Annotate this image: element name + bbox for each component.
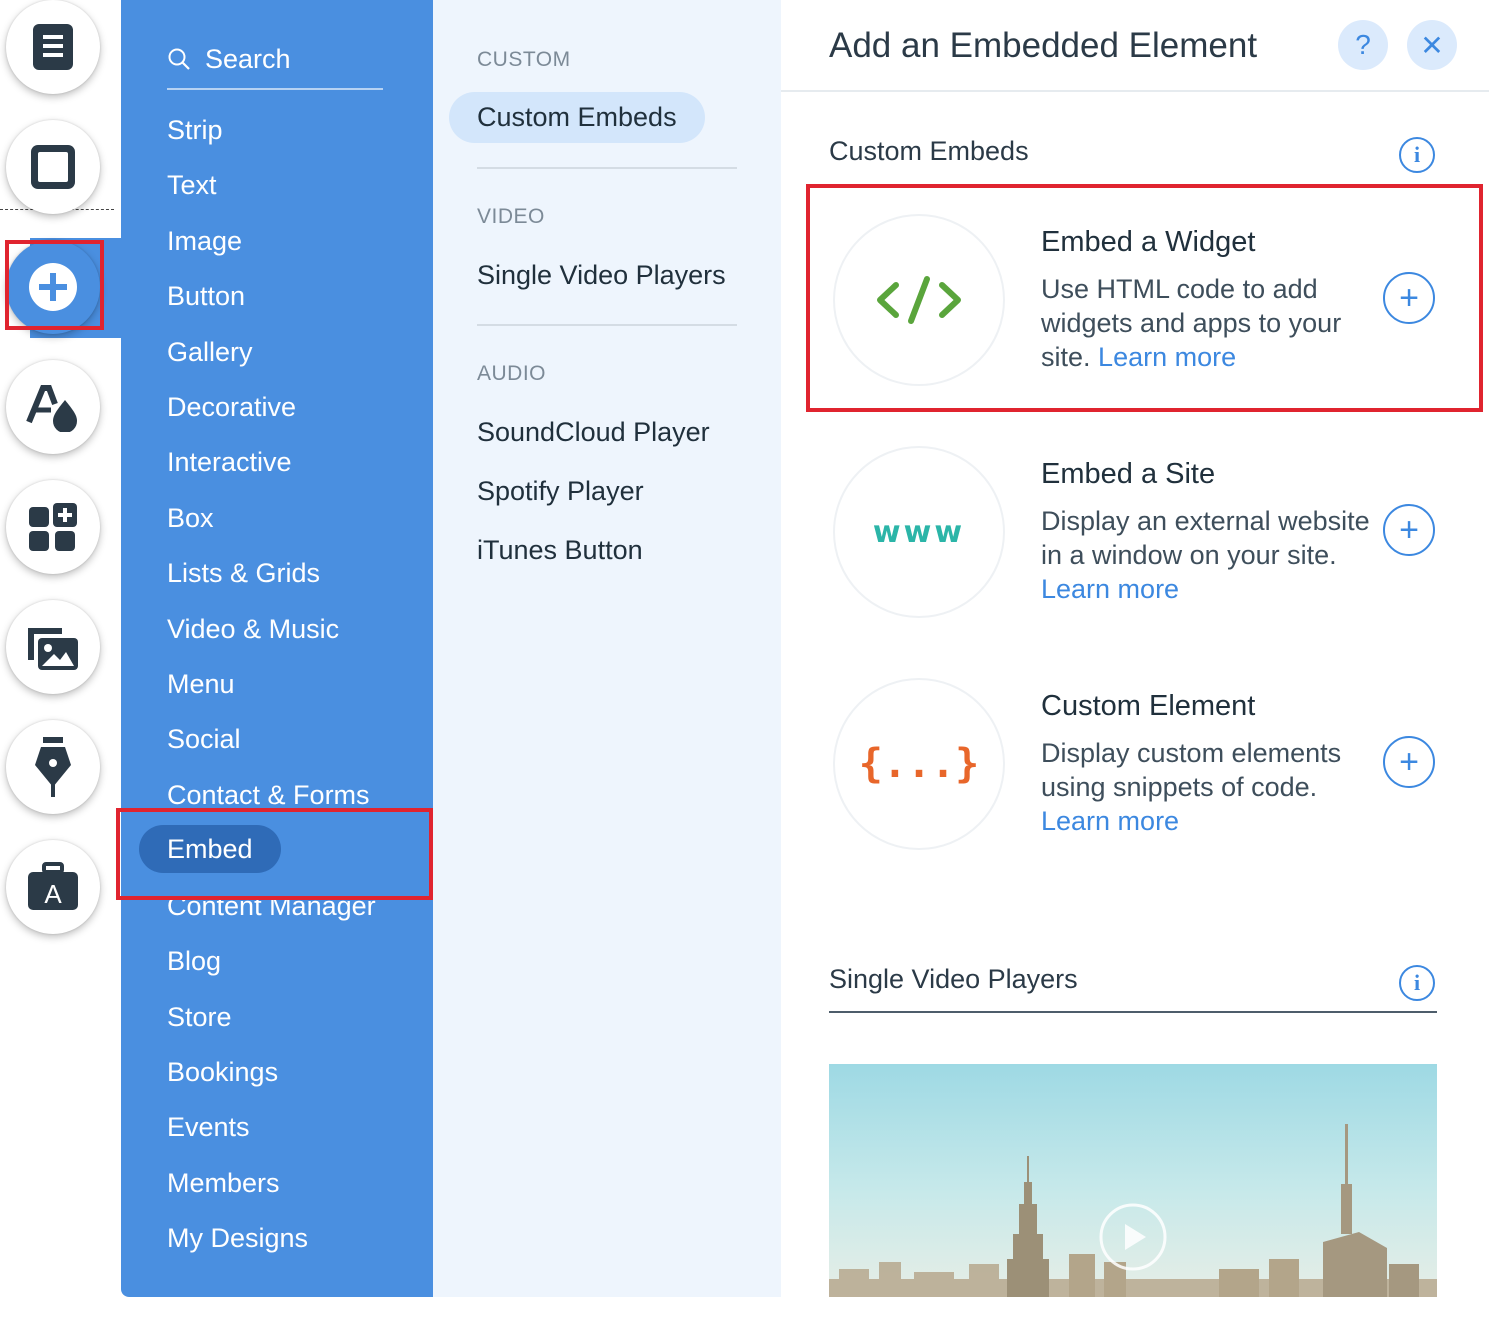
custom-element-card[interactable]: {...} Custom Element Display custom elem… (829, 678, 1439, 878)
design-button[interactable] (6, 360, 100, 454)
info-icon[interactable]: i (1399, 965, 1435, 1001)
category-contact-forms[interactable]: Contact & Forms (167, 779, 370, 811)
search-placeholder: Search (205, 43, 291, 74)
subcategory-itunes-button[interactable]: iTunes Button (477, 535, 643, 566)
panel-title: Add an Embedded Element (829, 26, 1258, 65)
embed-site-description: Display an external website in a window … (1041, 504, 1371, 606)
category-image[interactable]: Image (167, 225, 242, 257)
category-social[interactable]: Social (167, 723, 241, 755)
add-custom-element-button[interactable]: + (1383, 736, 1435, 788)
close-button[interactable]: ✕ (1407, 20, 1457, 70)
subcategory-divider (477, 324, 737, 326)
help-button[interactable]: ? (1338, 20, 1388, 70)
section-title-custom-embeds: Custom Embeds (829, 136, 1029, 166)
app-market-button[interactable]: A (6, 840, 100, 934)
highlight-add-button (5, 240, 104, 330)
category-gallery[interactable]: Gallery (167, 336, 253, 368)
highlight-embed-category (116, 808, 433, 900)
category-lists-grids[interactable]: Lists & Grids (167, 557, 320, 589)
search-input[interactable]: Search (167, 30, 383, 90)
app-market-letter: A (44, 879, 62, 909)
add-apps-icon (29, 503, 77, 551)
category-text[interactable]: Text (167, 169, 217, 201)
category-store[interactable]: Store (167, 1001, 232, 1033)
category-members[interactable]: Members (167, 1167, 280, 1199)
category-panel: Search Strip Text Image Button Gallery D… (121, 0, 433, 1297)
subcategory-heading-custom: CUSTOM (477, 48, 571, 71)
pages-button[interactable] (6, 0, 100, 94)
subcategory-single-video-players[interactable]: Single Video Players (477, 260, 726, 291)
media-icon (28, 628, 78, 670)
pages-icon (33, 24, 73, 70)
subcategory-heading-audio: AUDIO (477, 362, 547, 385)
info-icon[interactable]: i (1399, 137, 1435, 173)
learn-more-link[interactable]: Learn more (1041, 806, 1179, 836)
section-divider (829, 1011, 1437, 1013)
app-market-icon: A (28, 862, 78, 910)
design-icon (26, 385, 77, 432)
embed-site-desc-text: Display an external website in a window … (1041, 506, 1370, 570)
learn-more-link[interactable]: Learn more (1041, 574, 1179, 604)
category-box[interactable]: Box (167, 502, 214, 534)
search-icon (168, 48, 190, 70)
curly-braces-glyph: {...} (858, 741, 980, 787)
www-glyph: www (872, 514, 966, 550)
category-strip[interactable]: Strip (167, 114, 223, 146)
section-title-single-video-players: Single Video Players (829, 964, 1078, 994)
left-rail: A (0, 0, 126, 1317)
add-site-button[interactable]: + (1383, 504, 1435, 556)
custom-element-description: Display custom elements using snippets o… (1041, 736, 1371, 838)
custom-element-title: Custom Element (1041, 690, 1256, 722)
category-interactive[interactable]: Interactive (167, 446, 292, 478)
background-icon (31, 145, 75, 189)
category-video-music[interactable]: Video & Music (167, 613, 339, 645)
embed-site-title: Embed a Site (1041, 458, 1216, 490)
curly-braces-icon: {...} (833, 678, 1005, 850)
blog-button[interactable] (6, 720, 100, 814)
category-decorative[interactable]: Decorative (167, 391, 296, 423)
header-divider (781, 90, 1489, 92)
www-icon: www (833, 446, 1005, 618)
media-button[interactable] (6, 600, 100, 694)
subcategory-divider (477, 167, 737, 169)
subcategory-soundcloud-player[interactable]: SoundCloud Player (477, 417, 710, 448)
subcategory-heading-video: VIDEO (477, 205, 545, 228)
category-menu[interactable]: Menu (167, 668, 235, 700)
subcategory-spotify-player[interactable]: Spotify Player (477, 476, 644, 507)
category-my-designs[interactable]: My Designs (167, 1222, 308, 1254)
category-bookings[interactable]: Bookings (167, 1056, 278, 1088)
category-blog[interactable]: Blog (167, 945, 221, 977)
category-events[interactable]: Events (167, 1111, 250, 1143)
blog-pen-icon (35, 737, 71, 797)
city-skyline-image (829, 1124, 1437, 1297)
background-button[interactable] (6, 120, 100, 214)
custom-element-desc-text: Display custom elements using snippets o… (1041, 738, 1342, 802)
highlight-embed-widget (806, 184, 1483, 412)
add-apps-button[interactable] (6, 480, 100, 574)
subcategory-panel: CUSTOM Custom Embeds VIDEO Single Video … (433, 0, 781, 1297)
category-button[interactable]: Button (167, 280, 245, 312)
subcategory-custom-embeds[interactable]: Custom Embeds (449, 92, 705, 143)
video-player-preview[interactable] (829, 1064, 1437, 1297)
embed-site-card[interactable]: www Embed a Site Display an external web… (829, 446, 1439, 646)
